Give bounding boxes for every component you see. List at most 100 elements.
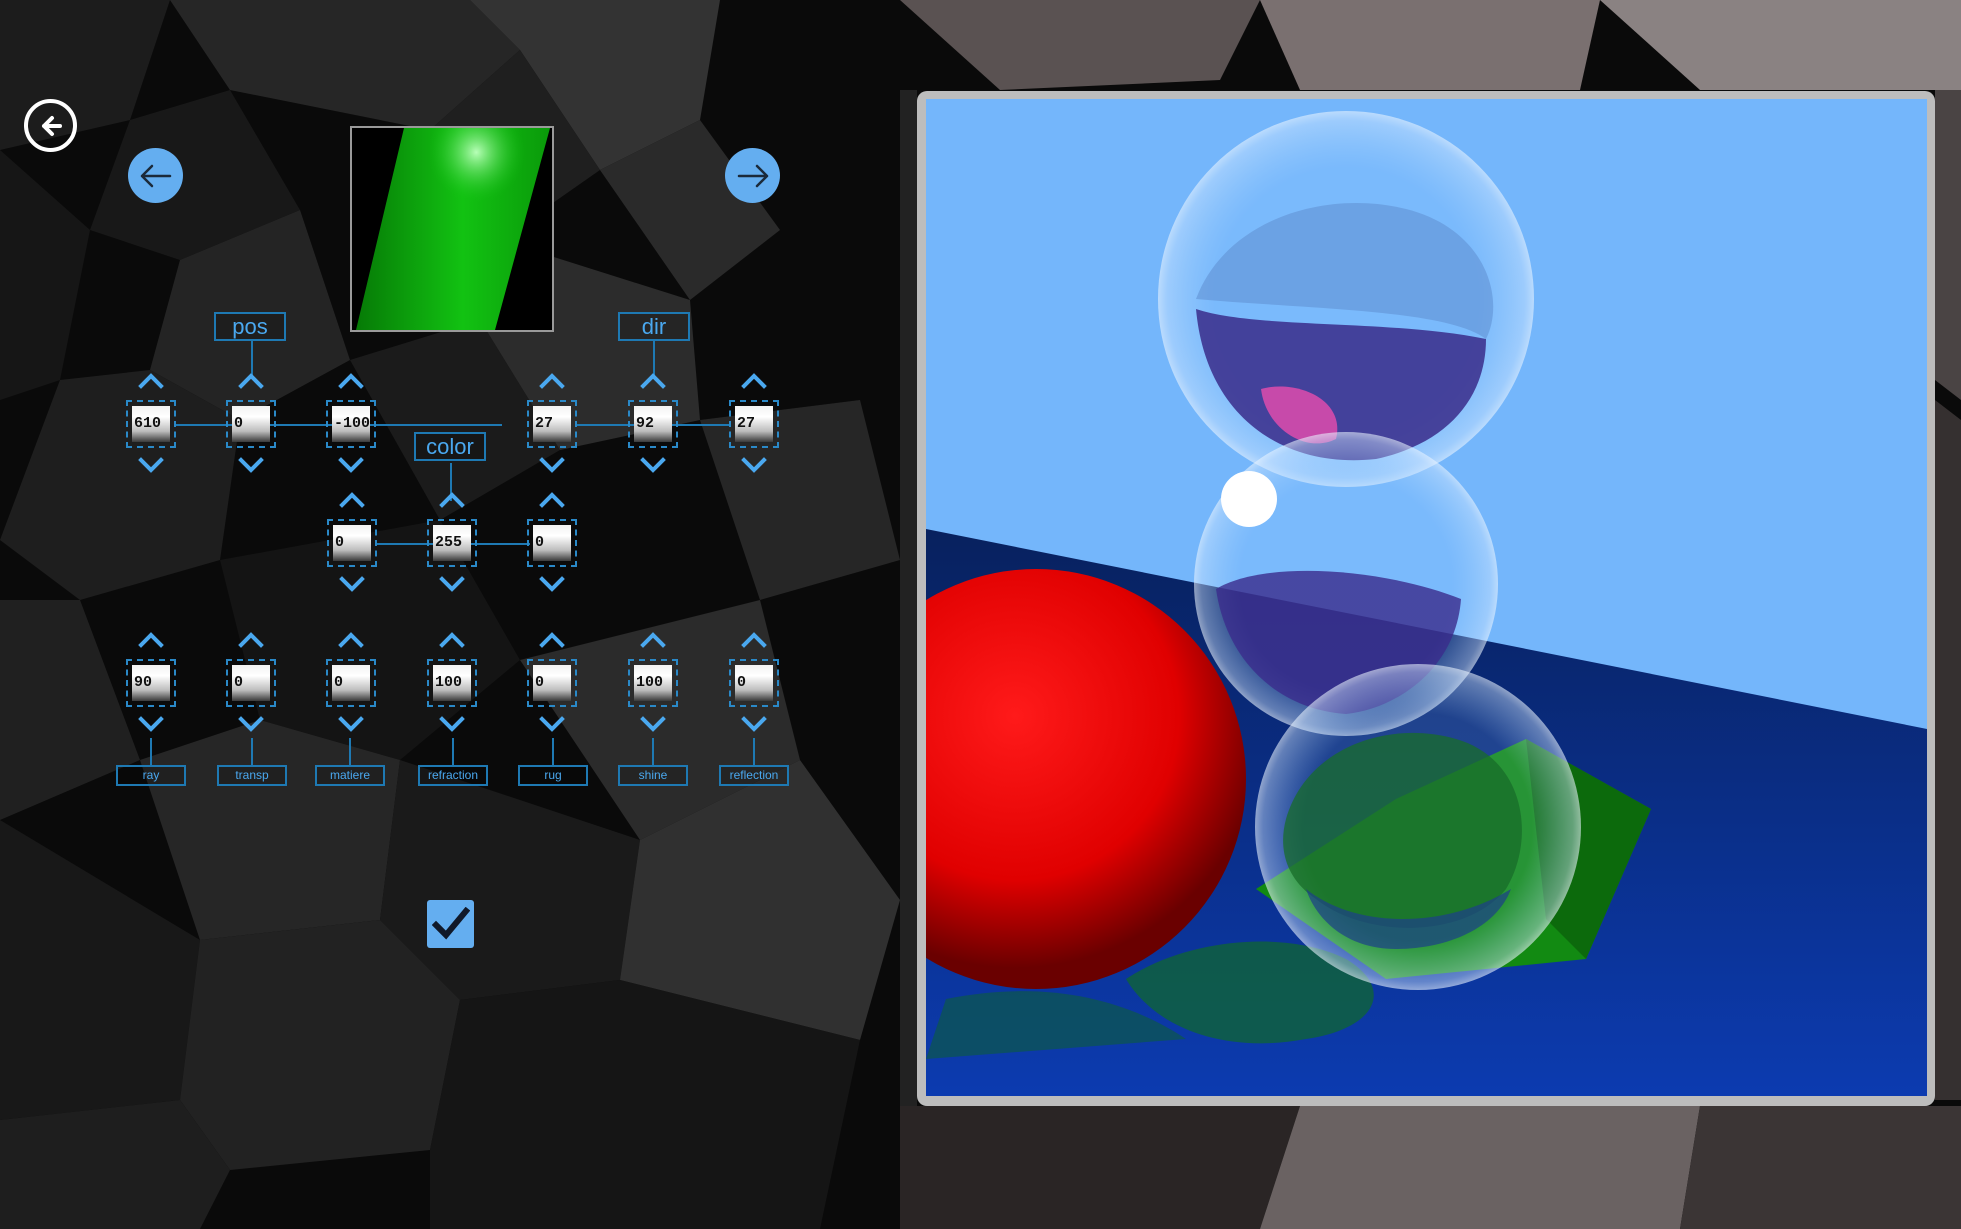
pos-x-spinner: 610	[126, 371, 176, 475]
chevron-down-icon[interactable]	[339, 576, 365, 594]
chevron-up-icon[interactable]	[439, 490, 465, 508]
back-button[interactable]	[24, 99, 77, 152]
chevron-down-icon[interactable]	[238, 716, 264, 734]
arrow-left-icon	[140, 164, 171, 187]
color-g-input[interactable]: 255	[433, 525, 471, 561]
chevron-down-icon[interactable]	[640, 716, 666, 734]
chevron-down-icon[interactable]	[338, 457, 364, 475]
chevron-down-icon[interactable]	[439, 576, 465, 594]
chevron-down-icon[interactable]	[338, 716, 364, 734]
color-r-field-frame: 0	[327, 519, 377, 567]
property-label-matiere: matiere	[315, 765, 385, 786]
chevron-up-icon[interactable]	[338, 371, 364, 389]
dir-y-spinner: 92	[628, 371, 678, 475]
property-label-shine: shine	[618, 765, 688, 786]
chevron-up-icon[interactable]	[138, 371, 164, 389]
pos-z-input[interactable]: -100	[332, 406, 370, 442]
checkmark-icon	[431, 907, 470, 940]
pos-x-input[interactable]: 610	[132, 406, 170, 442]
color-g-field-frame: 255	[427, 519, 477, 567]
transp-field-frame: 0	[226, 659, 276, 707]
dir-x-input[interactable]: 27	[533, 406, 571, 442]
raytraced-scene	[926, 99, 1927, 1096]
dir-z-input[interactable]: 27	[735, 406, 773, 442]
color-r-spinner: 0	[327, 490, 377, 594]
rug-field-frame: 0	[527, 659, 577, 707]
chevron-up-icon[interactable]	[439, 630, 465, 648]
chevron-up-icon[interactable]	[741, 371, 767, 389]
chevron-down-icon[interactable]	[138, 716, 164, 734]
dir-label: dir	[618, 312, 690, 341]
dir-x-spinner: 27	[527, 371, 577, 475]
chevron-up-icon[interactable]	[741, 630, 767, 648]
property-label-rug: rug	[518, 765, 588, 786]
shine-field-frame: 100	[628, 659, 678, 707]
circle-arrow-left-icon	[41, 115, 62, 136]
chevron-up-icon[interactable]	[339, 490, 365, 508]
chevron-up-icon[interactable]	[238, 371, 264, 389]
ray-spinner: 90	[126, 630, 176, 734]
dir-y-field-frame: 92	[628, 400, 678, 448]
property-label-reflection: reflection	[719, 765, 789, 786]
reflection-spinner: 0	[729, 630, 779, 734]
dir-z-field-frame: 27	[729, 400, 779, 448]
pos-z-spinner: -100	[326, 371, 376, 475]
pos-x-field-frame: 610	[126, 400, 176, 448]
pos-label: pos	[214, 312, 286, 341]
refraction-field-frame: 100	[427, 659, 477, 707]
chevron-up-icon[interactable]	[338, 630, 364, 648]
chevron-down-icon[interactable]	[741, 716, 767, 734]
render-viewport[interactable]	[917, 91, 1935, 1106]
property-label-refraction: refraction	[418, 765, 488, 786]
reflection-field-frame: 0	[729, 659, 779, 707]
ray-input[interactable]: 90	[132, 665, 170, 701]
chevron-up-icon[interactable]	[640, 630, 666, 648]
chevron-up-icon[interactable]	[138, 630, 164, 648]
property-label-ray: ray	[116, 765, 186, 786]
confirm-checkbox[interactable]	[427, 900, 474, 948]
color-g-spinner: 255	[427, 490, 477, 594]
chevron-down-icon[interactable]	[138, 457, 164, 475]
pos-y-spinner: 0	[226, 371, 276, 475]
transp-spinner: 0	[226, 630, 276, 734]
dir-z-spinner: 27	[729, 371, 779, 475]
chevron-down-icon[interactable]	[741, 457, 767, 475]
property-label-transp: transp	[217, 765, 287, 786]
chevron-down-icon[interactable]	[640, 457, 666, 475]
transp-input[interactable]: 0	[232, 665, 270, 701]
refraction-input[interactable]: 100	[433, 665, 471, 701]
ray-field-frame: 90	[126, 659, 176, 707]
dir-x-field-frame: 27	[527, 400, 577, 448]
arrow-right-icon	[737, 164, 768, 187]
color-r-input[interactable]: 0	[333, 525, 371, 561]
color-b-field-frame: 0	[527, 519, 577, 567]
chevron-down-icon[interactable]	[238, 457, 264, 475]
dir-y-input[interactable]: 92	[634, 406, 672, 442]
chevron-up-icon[interactable]	[539, 630, 565, 648]
pos-y-input[interactable]: 0	[232, 406, 270, 442]
reflection-input[interactable]: 0	[735, 665, 773, 701]
chevron-up-icon[interactable]	[539, 371, 565, 389]
matiere-field-frame: 0	[326, 659, 376, 707]
chevron-up-icon[interactable]	[539, 490, 565, 508]
chevron-down-icon[interactable]	[539, 716, 565, 734]
next-button[interactable]	[725, 148, 780, 203]
matiere-spinner: 0	[326, 630, 376, 734]
color-b-input[interactable]: 0	[533, 525, 571, 561]
previous-button[interactable]	[128, 148, 183, 203]
shine-spinner: 100	[628, 630, 678, 734]
material-preview	[350, 126, 554, 332]
rug-input[interactable]: 0	[533, 665, 571, 701]
rug-spinner: 0	[527, 630, 577, 734]
refraction-spinner: 100	[427, 630, 477, 734]
chevron-down-icon[interactable]	[439, 716, 465, 734]
color-label: color	[414, 432, 486, 461]
chevron-up-icon[interactable]	[640, 371, 666, 389]
matiere-input[interactable]: 0	[332, 665, 370, 701]
chevron-down-icon[interactable]	[539, 576, 565, 594]
color-b-spinner: 0	[527, 490, 577, 594]
shine-input[interactable]: 100	[634, 665, 672, 701]
chevron-up-icon[interactable]	[238, 630, 264, 648]
chevron-down-icon[interactable]	[539, 457, 565, 475]
pos-y-field-frame: 0	[226, 400, 276, 448]
